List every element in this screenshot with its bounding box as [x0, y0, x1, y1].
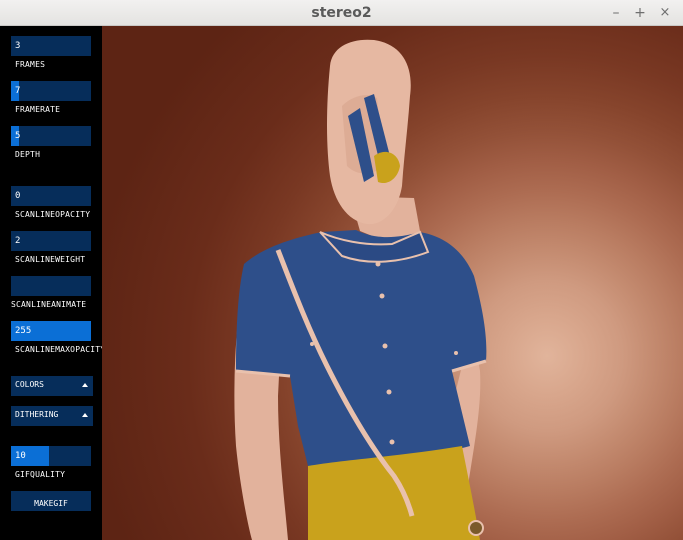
maximize-button[interactable]: +: [631, 4, 649, 22]
scanlineanimate-toggle[interactable]: [11, 276, 91, 296]
frames-label: FRAMES: [15, 60, 46, 69]
scanlineweight-label: SCANLINEWEIGHT: [15, 255, 86, 264]
scanlinemaxopacity-slider[interactable]: 255: [11, 321, 91, 341]
depth-label: DEPTH: [15, 150, 41, 159]
frames-value: 3: [15, 41, 21, 51]
gifquality-slider[interactable]: 10: [11, 446, 91, 466]
caret-up-icon: [82, 413, 88, 417]
scanlinemaxopacity-value: 255: [15, 326, 32, 336]
scanlineanimate-label: SCANLINEANIMATE: [11, 300, 87, 309]
scanlinemaxopacity-label: SCANLINEMAXOPACITY: [15, 345, 106, 354]
frames-slider[interactable]: 3: [11, 36, 91, 56]
framerate-slider[interactable]: 7: [11, 81, 91, 101]
dithering-dropdown[interactable]: DITHERING: [11, 406, 93, 426]
window-title: stereo2: [311, 5, 372, 21]
button: [382, 343, 388, 349]
control-panel: 3 FRAMES 7 FRAMERATE 5 DEPTH 0 SCANLINEO…: [0, 26, 106, 540]
button: [375, 261, 381, 267]
colors-dropdown[interactable]: COLORS: [11, 376, 93, 396]
scanlineopacity-slider[interactable]: 0: [11, 186, 91, 206]
framerate-label: FRAMERATE: [15, 105, 61, 114]
makegif-button-label: MAKEGIF: [34, 499, 68, 508]
button: [386, 389, 392, 395]
minimize-button[interactable]: –: [607, 4, 625, 22]
scanlineopacity-label: SCANLINEOPACITY: [15, 210, 91, 219]
image-canvas: [102, 26, 683, 540]
scanlineweight-value: 2: [15, 236, 21, 246]
stereo-image: [234, 39, 487, 540]
gifquality-label: GIFQUALITY: [15, 470, 66, 479]
depth-value: 5: [15, 131, 21, 141]
makegif-button[interactable]: MAKEGIF: [11, 491, 91, 511]
pocket-button: [454, 351, 458, 355]
close-button[interactable]: ×: [656, 4, 674, 22]
gifquality-value: 10: [15, 451, 26, 461]
button: [379, 293, 385, 299]
scanlineweight-slider[interactable]: 2: [11, 231, 91, 251]
framerate-value: 7: [15, 86, 21, 96]
caret-up-icon: [82, 383, 88, 387]
depth-slider[interactable]: 5: [11, 126, 91, 146]
bag-buckle: [468, 520, 484, 536]
colors-dropdown-label: COLORS: [15, 380, 44, 389]
dithering-dropdown-label: DITHERING: [15, 410, 59, 419]
button: [389, 439, 395, 445]
title-bar: stereo2 – + ×: [0, 0, 683, 26]
scanlineopacity-value: 0: [15, 191, 21, 201]
